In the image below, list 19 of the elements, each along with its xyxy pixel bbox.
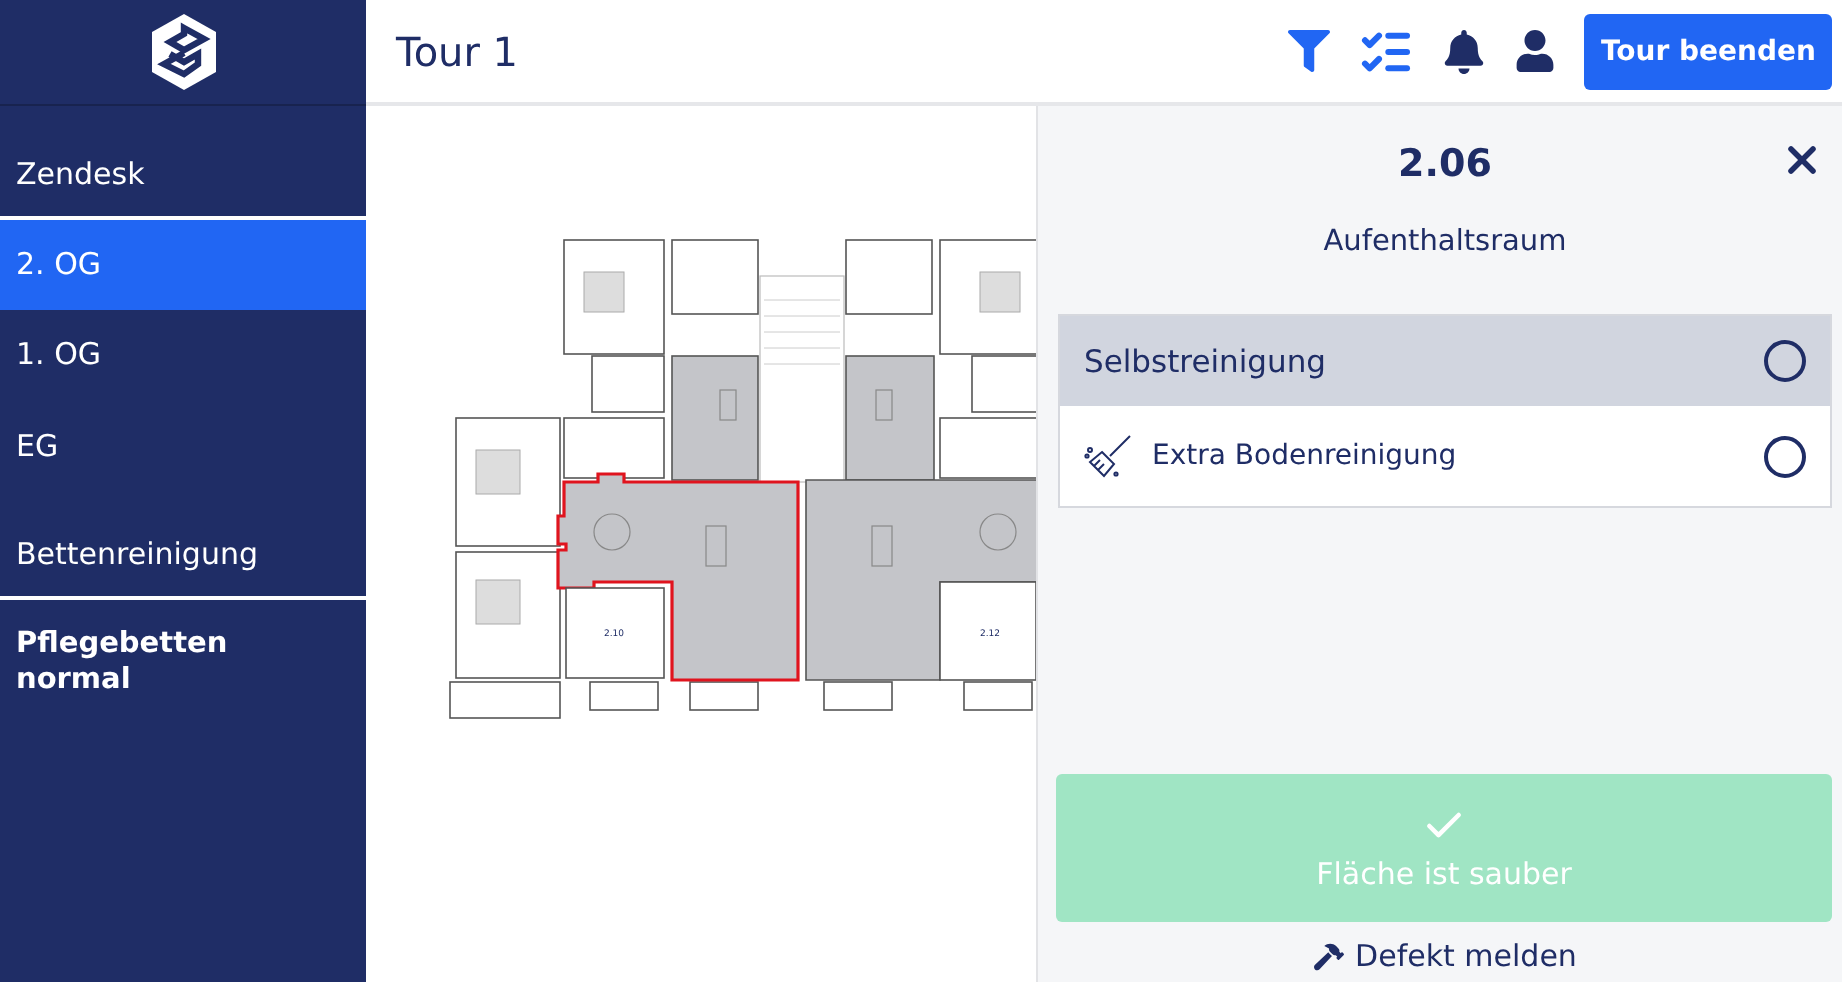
room-name: Aufenthaltsraum <box>1321 226 1569 258</box>
logo-icon <box>147 12 219 92</box>
sidebar-item[interactable]: EG <box>0 401 366 492</box>
page-title: Tour 1 <box>396 27 521 75</box>
report-defect-link[interactable]: Defekt melden <box>1313 938 1577 974</box>
hammer-icon <box>1313 941 1344 971</box>
sidebar-item[interactable]: Pflegebetten normal <box>0 599 366 727</box>
end-tour-button[interactable]: Tour beenden <box>1584 13 1832 89</box>
user-icon[interactable] <box>1514 30 1557 72</box>
broom-icon <box>1084 434 1132 478</box>
radio-button[interactable] <box>1764 340 1806 382</box>
sidebar-item[interactable]: 1. OG <box>0 310 366 401</box>
sidebar-item[interactable]: 2. OG <box>0 219 366 310</box>
task-group-title: Selbstreinigung <box>1084 343 1329 379</box>
radio-button[interactable] <box>1764 435 1806 477</box>
room-number: 2.06 <box>1398 142 1492 186</box>
filter-icon[interactable] <box>1288 30 1331 72</box>
bell-icon[interactable] <box>1442 29 1487 73</box>
task-label: Extra Bodenreinigung <box>1152 440 1459 472</box>
